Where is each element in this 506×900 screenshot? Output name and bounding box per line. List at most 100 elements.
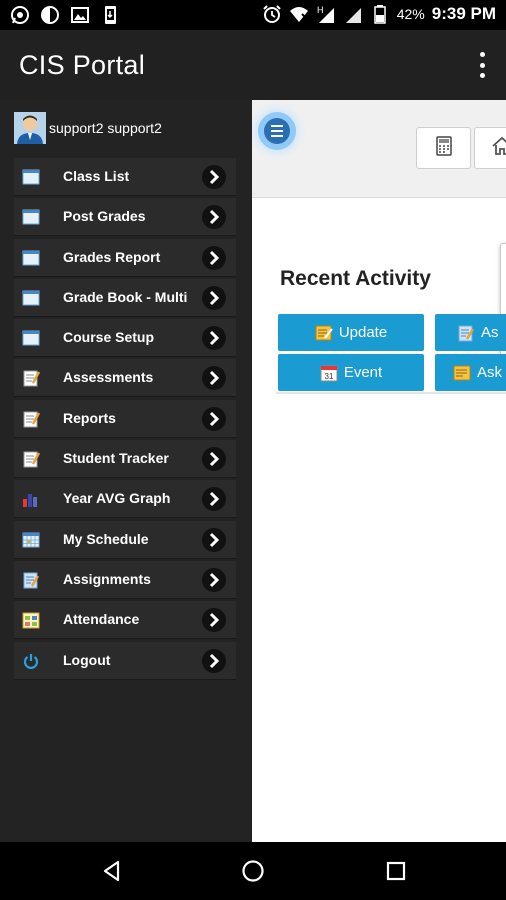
chevron-right-icon[interactable]: [202, 648, 226, 673]
user-profile[interactable]: support2 support2: [14, 112, 162, 144]
sidebar-item-assessments[interactable]: Assessments: [14, 359, 236, 398]
section-title: Recent Activity: [280, 267, 431, 290]
sidebar-item-label: My Schedule: [63, 530, 149, 547]
chevron-right-icon[interactable]: [202, 165, 226, 189]
sidebar-item-label: Reports: [63, 409, 116, 426]
user-name: support2 support2: [49, 120, 162, 136]
chevron-right-icon[interactable]: [202, 527, 226, 552]
window-icon: [22, 289, 40, 307]
sidebar-item-label: Post Grades: [63, 208, 146, 225]
contrast-icon: [40, 5, 60, 25]
notepad-icon: [22, 410, 41, 428]
button-label: Ask: [477, 364, 503, 381]
sidebar-item-assignments[interactable]: Assignments: [14, 560, 236, 599]
gallery-icon: [70, 5, 90, 25]
sidebar-item-label: Class List: [63, 168, 130, 184]
back-icon[interactable]: [100, 859, 124, 883]
question-icon: [453, 364, 471, 382]
wifi-icon: [289, 4, 309, 24]
toolbar-strip: [252, 100, 506, 198]
chevron-right-icon[interactable]: [202, 285, 226, 310]
avatar: [14, 112, 46, 144]
sidebar-item-class-list[interactable]: Class List: [14, 158, 236, 196]
sidebar-item-course-setup[interactable]: Course Setup: [14, 319, 236, 358]
chevron-right-icon[interactable]: [202, 608, 226, 633]
navigation-drawer: support2 support2 Class List Post Grades…: [0, 100, 252, 842]
sidebar-item-my-schedule[interactable]: My Schedule: [14, 520, 236, 559]
hamburger-icon: [264, 118, 290, 144]
button-label: Update: [338, 324, 388, 341]
assignments-shortcut-button[interactable]: As: [435, 314, 506, 351]
recents-icon[interactable]: [384, 859, 408, 883]
calculator-icon: [433, 135, 455, 162]
sidebar-item-grade-book-multi[interactable]: Grade Book - Multi: [14, 278, 236, 317]
button-label: As: [481, 324, 499, 341]
sidebar-item-label: Student Tracker: [63, 450, 169, 467]
chevron-right-icon[interactable]: [202, 567, 226, 592]
sidebar-item-post-grades[interactable]: Post Grades: [14, 198, 236, 237]
system-navigation-bar: [0, 842, 506, 900]
window-icon: [22, 208, 40, 226]
svg-text:H: H: [317, 5, 324, 15]
sidebar-item-label: Assessments: [63, 369, 154, 386]
sidebar-item-student-tracker[interactable]: Student Tracker: [14, 440, 236, 479]
ask-button[interactable]: Ask: [435, 354, 506, 391]
notepad-icon: [22, 369, 41, 387]
home-icon: [491, 135, 506, 162]
sidebar-item-label: Attendance: [63, 611, 140, 628]
sidebar-item-logout[interactable]: Logout: [14, 641, 236, 680]
overflow-menu-icon[interactable]: [476, 52, 488, 78]
chevron-right-icon[interactable]: [202, 205, 226, 230]
sidebar-item-year-avg-graph[interactable]: Year AVG Graph: [14, 480, 236, 519]
chevron-right-icon[interactable]: [202, 447, 226, 472]
window-icon: [22, 249, 40, 267]
sidebar-item-grades-report[interactable]: Grades Report: [14, 238, 236, 277]
app-bar: CIS Portal: [0, 30, 506, 100]
sidebar-item-reports[interactable]: Reports: [14, 399, 236, 438]
event-button[interactable]: 31 Event: [278, 354, 424, 391]
home-circle-icon[interactable]: [241, 859, 265, 883]
chevron-right-icon[interactable]: [202, 487, 226, 512]
chevron-right-icon[interactable]: [202, 366, 226, 391]
bar-chart-icon: [22, 490, 40, 508]
sidebar-item-attendance[interactable]: Attendance: [14, 601, 236, 640]
battery-percentage: 42%: [396, 6, 425, 22]
whatsapp-icon: [10, 5, 30, 25]
sidebar-item-label: Assignments: [63, 570, 151, 587]
sidebar-item-label: Year AVG Graph: [63, 490, 171, 507]
sidebar-item-label: Course Setup: [63, 329, 155, 346]
calculator-button[interactable]: [416, 127, 471, 169]
sidebar-item-label: Grades Report: [63, 248, 161, 265]
window-icon: [22, 168, 40, 186]
h-network-icon: H: [316, 4, 336, 24]
power-icon: [22, 652, 40, 670]
chevron-right-icon[interactable]: [202, 406, 226, 431]
main-content: Recent Activity Update As 31 Event Ask: [252, 100, 506, 842]
calendar-day: 31: [324, 372, 333, 381]
alarm-icon: [262, 4, 282, 24]
drawer-menu: Class List Post Grades Grades Report Gra…: [14, 158, 236, 682]
assignment-icon: [22, 571, 40, 589]
clock: 9:39 PM: [431, 4, 496, 23]
sidebar-item-label: Logout: [63, 651, 111, 668]
assignment-icon: [457, 324, 475, 342]
window-icon: [22, 329, 40, 347]
home-button[interactable]: [474, 127, 506, 169]
update-button[interactable]: Update: [278, 314, 424, 351]
phone-sync-icon: [100, 5, 120, 25]
notepad-icon: [22, 450, 41, 468]
calendar-grid-icon: [22, 531, 40, 549]
attendance-icon: [22, 611, 40, 629]
calendar-icon: 31: [320, 364, 338, 382]
app-title: CIS Portal: [19, 50, 146, 80]
sidebar-item-label: Grade Book - Multi: [63, 288, 188, 305]
menu-toggle-button[interactable]: [258, 112, 296, 150]
battery-icon: [370, 4, 390, 24]
status-bar: H 42% 9:39 PM: [0, 0, 506, 30]
chevron-right-icon[interactable]: [202, 245, 226, 270]
edit-note-icon: [315, 324, 333, 342]
signal-icon: [343, 4, 363, 24]
chevron-right-icon[interactable]: [202, 326, 226, 351]
button-label: Event: [343, 364, 383, 381]
divider: [276, 392, 506, 394]
